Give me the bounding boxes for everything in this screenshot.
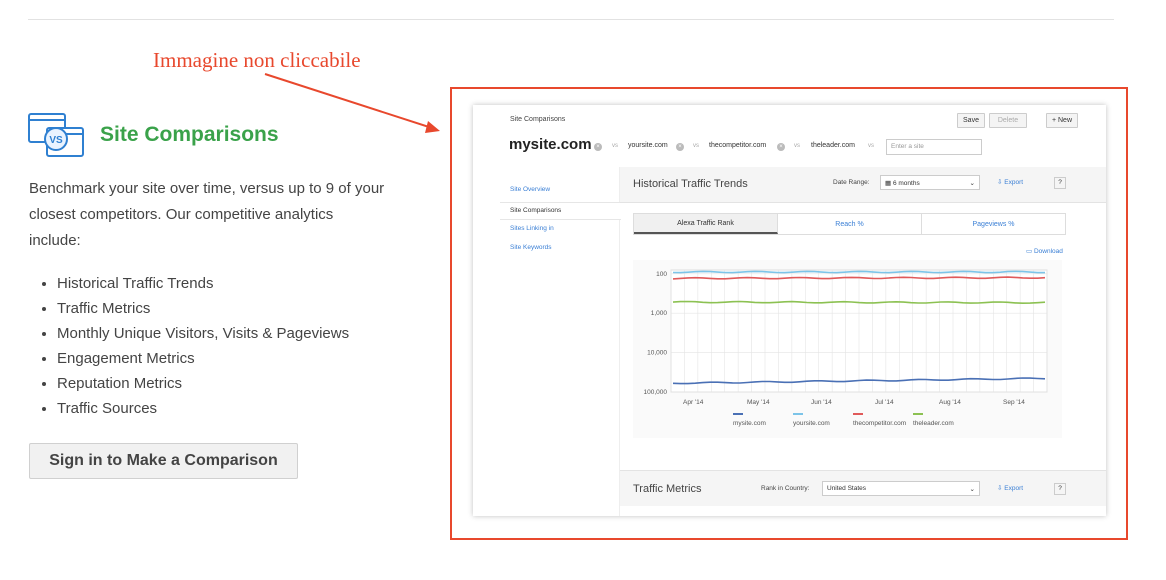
- remove-icon: ×: [777, 143, 785, 151]
- chevron-down-icon: ⌄: [969, 180, 975, 187]
- x-tick-label: Sep '14: [1003, 399, 1025, 406]
- date-range-select: ▦ 6 months ⌄: [880, 175, 980, 190]
- date-range-label: Date Range:: [833, 179, 870, 186]
- rank-country-label: Rank in Country:: [761, 485, 810, 492]
- country-value: United States: [827, 485, 867, 492]
- download-label: Download: [1033, 248, 1063, 255]
- section-title: Historical Traffic Trends: [633, 178, 748, 190]
- legend-label: thecompetitor.com: [853, 420, 906, 427]
- sidebar-item-linking: Sites Linking in: [510, 225, 554, 232]
- feature-description: Benchmark your site over time, versus up…: [29, 180, 385, 249]
- export-icon: ⇩: [997, 485, 1003, 492]
- vs-label: vs: [868, 143, 874, 149]
- sidebar-item-overview: Site Overview: [510, 186, 551, 193]
- x-tick-label: Jun '14: [811, 399, 832, 406]
- date-range-value: 6 months: [892, 180, 920, 187]
- x-tick-label: Apr '14: [683, 399, 704, 406]
- export-link: ⇩ Export: [997, 484, 1023, 492]
- traffic-rank-chart: 100 1,000 10,000 100,000 Apr '14 May '14 Jun '…: [633, 260, 1062, 438]
- new-button: + New: [1046, 113, 1078, 128]
- chevron-down-icon: ⌄: [969, 486, 975, 493]
- x-tick-label: Aug '14: [939, 399, 961, 406]
- feature-bullet-list: Historical Traffic Trends Traffic Metric…: [29, 271, 349, 421]
- list-item: Historical Traffic Trends: [57, 271, 349, 296]
- y-tick-label: 100,000: [644, 389, 668, 396]
- delete-button: Delete: [989, 113, 1027, 128]
- list-item: Engagement Metrics: [57, 346, 349, 371]
- site-input: Enter a site: [886, 139, 982, 155]
- help-button: ?: [1054, 177, 1066, 189]
- x-tick-label: May '14: [747, 399, 770, 406]
- sidebar-item-keywords: Site Keywords: [510, 244, 552, 251]
- y-tick-label: 10,000: [647, 350, 667, 357]
- sidebar-item-comparisons: Site Comparisons: [500, 202, 621, 220]
- list-item: Reputation Metrics: [57, 371, 349, 396]
- legend-label: yoursite.com: [793, 420, 830, 427]
- export-link: ⇩ Export: [997, 178, 1023, 186]
- calendar-icon: ▦: [885, 180, 892, 187]
- screenshot-preview: Site Comparisons Save Delete + New mysit…: [473, 105, 1106, 516]
- list-item: Traffic Sources: [57, 396, 349, 421]
- image-icon: ▭: [1026, 248, 1033, 255]
- metric-tabs: Alexa Traffic Rank Reach % Pageviews %: [633, 213, 1066, 235]
- x-tick-label: Jul '14: [875, 399, 894, 406]
- feature-title: Site Comparisons: [100, 123, 279, 146]
- download-link: ▭ Download: [1026, 247, 1063, 255]
- save-button: Save: [957, 113, 985, 128]
- legend-label: theleader.com: [913, 420, 954, 427]
- competitor-site: thecompetitor.com: [709, 142, 767, 149]
- tab-alexa-rank: Alexa Traffic Rank: [634, 214, 778, 234]
- help-button: ?: [1054, 483, 1066, 495]
- country-select: United States ⌄: [822, 481, 980, 496]
- svg-text:VS: VS: [49, 135, 63, 146]
- tab-pageviews: Pageviews %: [972, 220, 1015, 228]
- vs-label: vs: [612, 143, 618, 149]
- export-icon: ⇩: [997, 179, 1003, 186]
- remove-icon: ×: [594, 143, 602, 151]
- sidebar: Site Overview Site Comparisons Sites Lin…: [500, 167, 621, 516]
- export-label: Export: [1004, 485, 1024, 492]
- traffic-metrics-title: Traffic Metrics: [633, 483, 702, 495]
- sign-in-button[interactable]: Sign in to Make a Comparison: [29, 443, 298, 479]
- breadcrumb: Site Comparisons: [510, 116, 566, 123]
- y-tick-label: 1,000: [651, 310, 668, 317]
- competitor-site: yoursite.com: [628, 142, 668, 149]
- remove-icon: ×: [676, 143, 684, 151]
- vs-label: vs: [693, 143, 699, 149]
- list-item: Traffic Metrics: [57, 296, 349, 321]
- list-item: Monthly Unique Visitors, Visits & Pagevi…: [57, 321, 349, 346]
- legend-label: mysite.com: [733, 420, 766, 427]
- main-site: mysite.com: [509, 136, 592, 153]
- vs-label: vs: [794, 143, 800, 149]
- tab-reach: Reach %: [778, 214, 922, 234]
- y-tick-label: 100: [656, 271, 667, 278]
- export-label: Export: [1004, 179, 1024, 186]
- vs-windows-icon: VS: [28, 113, 84, 157]
- competitor-site: theleader.com: [811, 142, 855, 149]
